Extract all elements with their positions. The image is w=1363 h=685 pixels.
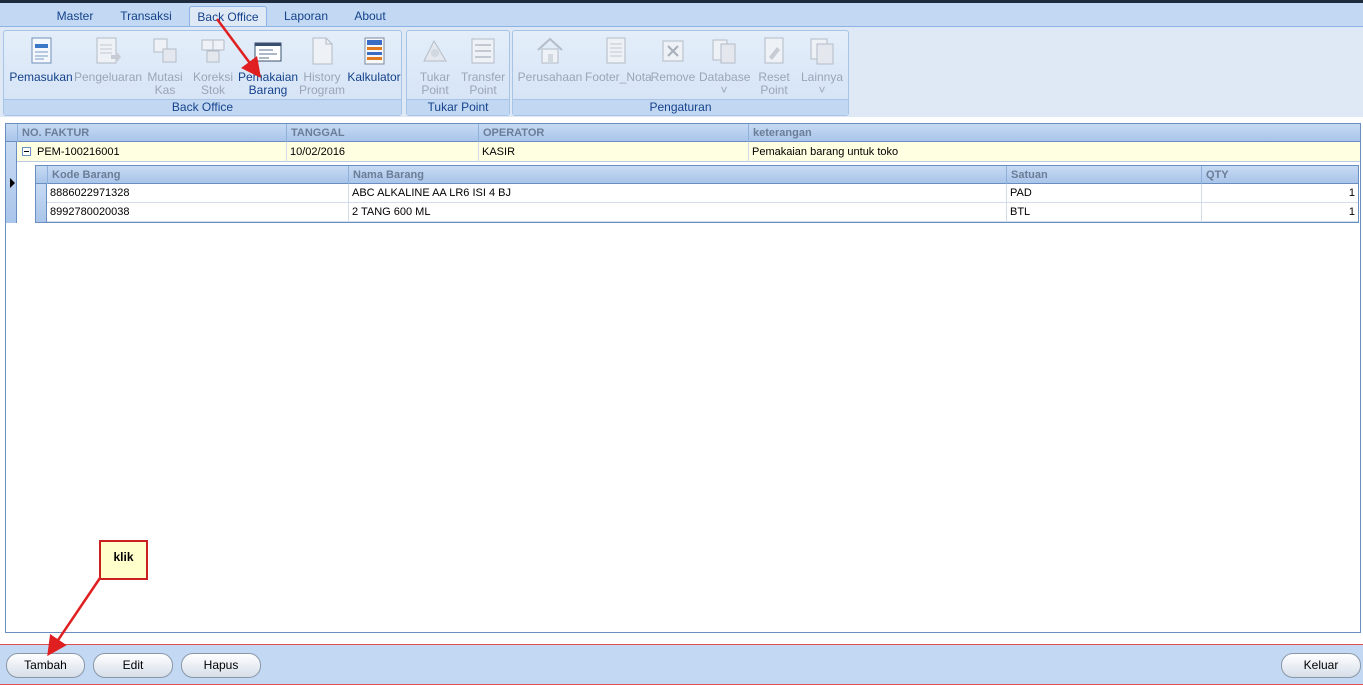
- blank-page-icon: [307, 35, 337, 67]
- column-header-keterangan[interactable]: keterangan: [748, 124, 1360, 142]
- column-header-tanggal[interactable]: TANGGAL: [286, 124, 478, 142]
- cell-satuan[interactable]: PAD: [1006, 184, 1201, 203]
- footer-nota-button[interactable]: Footer_Nota: [585, 35, 652, 101]
- database-label: Database ˅: [699, 70, 751, 97]
- edit-button[interactable]: Edit: [93, 653, 173, 678]
- usage-form-icon: [253, 35, 283, 67]
- tab-about[interactable]: About: [350, 6, 390, 27]
- pemakaian-barang-button[interactable]: Pemakaian Barang: [238, 35, 298, 101]
- remove-label: Remove: [650, 70, 696, 84]
- ribbon-body: Pemasukan Pengeluaran Mutasi Kas Koreksi…: [0, 26, 1363, 117]
- column-header-no-faktur[interactable]: NO. FAKTUR: [17, 124, 286, 142]
- exchange-icon: [420, 35, 450, 67]
- document-out-icon: [92, 35, 122, 67]
- kalkulator-label: Kalkulator: [347, 70, 401, 84]
- grid-header: NO. FAKTUR TANGGAL OPERATOR keterangan: [6, 124, 1360, 142]
- faktur-grid: NO. FAKTUR TANGGAL OPERATOR keterangan P…: [5, 123, 1361, 633]
- tab-master[interactable]: Master: [52, 6, 98, 27]
- cell-operator[interactable]: KASIR: [478, 142, 748, 162]
- column-header-nama-barang[interactable]: Nama Barang: [348, 166, 1006, 184]
- tab-transaksi[interactable]: Transaksi: [116, 6, 176, 27]
- tukar-point-button[interactable]: Tukar Point: [411, 35, 459, 101]
- note-icon: [601, 35, 631, 67]
- column-header-operator[interactable]: OPERATOR: [478, 124, 748, 142]
- tab-back-office[interactable]: Back Office: [189, 6, 267, 27]
- cell-satuan[interactable]: BTL: [1006, 203, 1201, 222]
- remove-icon: [658, 35, 688, 67]
- detail-grid: Kode Barang Nama Barang Satuan QTY 88860…: [35, 165, 1359, 223]
- pemakaian-barang-label: Pemakaian Barang: [238, 70, 299, 97]
- cell-qty[interactable]: 1: [1201, 184, 1358, 203]
- transfer-point-icon: [468, 35, 498, 67]
- ribbon-group-tukar-point: Tukar Point Transfer Point Tukar Point: [406, 30, 510, 116]
- stock-correction-icon: [198, 35, 228, 67]
- home-icon: [535, 35, 565, 67]
- cell-qty[interactable]: 1: [1201, 203, 1358, 222]
- history-program-label: History Program: [298, 70, 345, 97]
- column-header-qty[interactable]: QTY: [1201, 166, 1358, 184]
- row-selector[interactable]: [6, 142, 17, 223]
- tambah-button[interactable]: Tambah: [6, 653, 85, 678]
- detail-row-selector[interactable]: [36, 184, 47, 222]
- more-icon: [807, 35, 837, 67]
- database-button[interactable]: Database ˅: [699, 35, 751, 101]
- pemasukan-button[interactable]: Pemasukan: [8, 35, 74, 101]
- group-label-tukar-point: Tukar Point: [407, 99, 509, 115]
- ribbon: Master Transaksi Back Office Laporan Abo…: [0, 3, 1363, 117]
- koreksi-stok-label: Koreksi Stok: [192, 70, 233, 97]
- button-bar: Tambah Edit Hapus Keluar: [0, 644, 1363, 685]
- detail-row[interactable]: 8992780020038 2 TANG 600 ML BTL 1: [47, 203, 1358, 222]
- column-header-kode-barang[interactable]: Kode Barang: [47, 166, 348, 184]
- pengeluaran-button[interactable]: Pengeluaran: [74, 35, 143, 101]
- mutasi-kas-button[interactable]: Mutasi Kas: [142, 35, 188, 101]
- table-row[interactable]: PEM-100216001 10/02/2016 KASIR Pemakaian…: [17, 142, 1360, 162]
- reset-icon: [759, 35, 789, 67]
- tab-laporan[interactable]: Laporan: [280, 6, 332, 27]
- reset-point-button[interactable]: Reset Point: [751, 35, 797, 101]
- hapus-button[interactable]: Hapus: [181, 653, 261, 678]
- lainnya-button[interactable]: Lainnya ˅: [799, 35, 845, 101]
- perusahaan-label: Perusahaan: [517, 70, 583, 84]
- cell-nama-barang[interactable]: 2 TANG 600 ML: [348, 203, 1006, 222]
- column-header-satuan[interactable]: Satuan: [1006, 166, 1201, 184]
- database-icon: [709, 35, 739, 67]
- perusahaan-button[interactable]: Perusahaan: [517, 35, 583, 101]
- transfer-point-button[interactable]: Transfer Point: [459, 35, 507, 101]
- calculator-icon: [359, 35, 389, 67]
- group-label-back-office: Back Office: [4, 99, 401, 115]
- cell-kode-barang[interactable]: 8886022971328: [47, 184, 348, 203]
- pemasukan-label: Pemasukan: [9, 70, 73, 84]
- remove-button[interactable]: Remove: [649, 35, 697, 101]
- cell-keterangan[interactable]: Pemakaian barang untuk toko: [748, 142, 1360, 162]
- group-label-pengaturan: Pengaturan: [513, 99, 848, 115]
- detail-grid-header: Kode Barang Nama Barang Satuan QTY: [36, 166, 1358, 184]
- collapse-icon[interactable]: [22, 147, 31, 156]
- cell-nama-barang[interactable]: ABC ALKALINE AA LR6 ISI 4 BJ: [348, 184, 1006, 203]
- detail-row[interactable]: 8886022971328 ABC ALKALINE AA LR6 ISI 4 …: [47, 184, 1358, 203]
- reset-point-label: Reset Point: [758, 70, 790, 97]
- document-icon: [26, 35, 56, 67]
- annotation-callout: klik: [99, 540, 148, 580]
- footer-nota-label: Footer_Nota: [585, 70, 652, 84]
- current-row-indicator-icon: [10, 178, 15, 188]
- pengeluaran-label: Pengeluaran: [74, 70, 143, 84]
- tukar-point-label: Tukar Point: [419, 70, 451, 97]
- keluar-button[interactable]: Keluar: [1281, 653, 1361, 678]
- kalkulator-button[interactable]: Kalkulator: [347, 35, 401, 101]
- transfer-point-label: Transfer Point: [460, 70, 506, 97]
- mutasi-kas-label: Mutasi Kas: [147, 70, 183, 97]
- koreksi-stok-button[interactable]: Koreksi Stok: [190, 35, 236, 101]
- cell-no-faktur[interactable]: PEM-100216001: [34, 142, 286, 162]
- ribbon-group-back-office: Pemasukan Pengeluaran Mutasi Kas Koreksi…: [3, 30, 402, 116]
- history-program-button[interactable]: History Program: [298, 35, 346, 101]
- ribbon-tab-bar: Master Transaksi Back Office Laporan Abo…: [0, 3, 1363, 27]
- ribbon-group-pengaturan: Perusahaan Footer_Nota Remove Database ˅: [512, 30, 849, 116]
- lainnya-label: Lainnya ˅: [800, 70, 844, 97]
- transfer-icon: [150, 35, 180, 67]
- cell-tanggal[interactable]: 10/02/2016: [286, 142, 478, 162]
- cell-kode-barang[interactable]: 8992780020038: [47, 203, 348, 222]
